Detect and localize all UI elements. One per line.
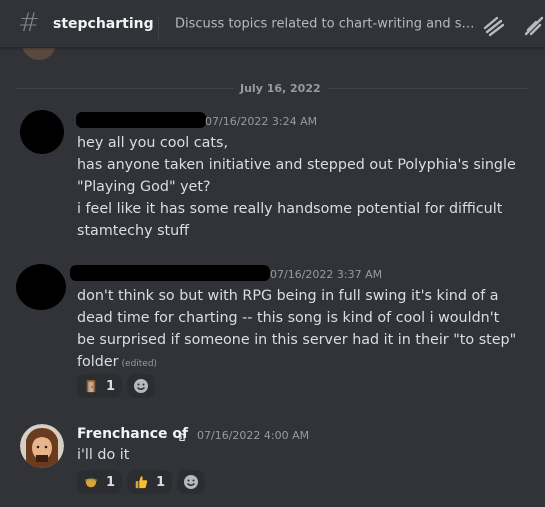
message-timestamp: 07/16/2022 3:37 AM bbox=[270, 268, 383, 281]
avatar[interactable] bbox=[20, 424, 64, 468]
smile-add-icon bbox=[184, 475, 198, 489]
channel-name[interactable]: stepcharting bbox=[53, 16, 154, 32]
message-line: i feel like it has some really handsome … bbox=[77, 201, 503, 217]
reaction-count: 1 bbox=[105, 378, 115, 394]
reaction-count: 1 bbox=[105, 474, 115, 490]
thumbs-up-emoji-icon bbox=[135, 476, 148, 489]
add-reaction-button[interactable] bbox=[127, 374, 155, 398]
door-emoji-icon bbox=[86, 379, 96, 393]
message-line: i'll do it bbox=[77, 447, 130, 463]
message-line: folder (edited) bbox=[77, 351, 516, 375]
channel-hash-icon: # bbox=[18, 8, 40, 38]
message-line: don't think so but with RPG being in ful… bbox=[77, 288, 499, 304]
username[interactable]: Frenchance of bbox=[77, 426, 188, 442]
message-content: don't think so but with RPG being in ful… bbox=[77, 285, 516, 375]
channel-header: # stepcharting Discuss topics related to… bbox=[0, 0, 545, 48]
message-timestamp: 07/16/2022 4:00 AM bbox=[197, 429, 310, 442]
pot-emoji-icon bbox=[84, 478, 98, 488]
reaction-thumbs-up[interactable]: 1 bbox=[127, 470, 172, 494]
threads-icon[interactable] bbox=[482, 14, 506, 38]
reaction-door[interactable]: 1 bbox=[77, 374, 122, 398]
redacted-username bbox=[70, 265, 270, 281]
message-content: i'll do it bbox=[77, 444, 129, 466]
smile-add-icon bbox=[134, 379, 148, 393]
avatar[interactable] bbox=[16, 264, 66, 310]
notification-bell-muted-icon[interactable] bbox=[522, 14, 545, 38]
message-timestamp: 07/16/2022 3:24 AM bbox=[205, 115, 318, 128]
user-badge-icon: อ bbox=[178, 430, 186, 445]
message-line: be surprised if someone in this server h… bbox=[77, 332, 517, 348]
reaction-count: 1 bbox=[155, 474, 165, 490]
message-line: hey all you cool cats, bbox=[77, 135, 229, 151]
message-line-text: folder bbox=[77, 354, 119, 370]
redacted-username bbox=[76, 112, 206, 128]
message-line: "Playing God" yet? bbox=[77, 179, 211, 195]
previous-message-avatar bbox=[22, 48, 56, 60]
message-line: dead time for charting -- this song is k… bbox=[77, 310, 500, 326]
edited-marker: (edited) bbox=[121, 359, 158, 369]
reaction-pot[interactable]: 1 bbox=[77, 470, 122, 494]
add-reaction-button[interactable] bbox=[177, 470, 205, 494]
message-content: hey all you cool cats, has anyone taken … bbox=[77, 132, 516, 242]
avatar[interactable] bbox=[20, 110, 64, 154]
message-line: stamtechy stuff bbox=[77, 223, 190, 239]
message-line: has anyone taken initiative and stepped … bbox=[77, 157, 516, 173]
date-divider-label: July 16, 2022 bbox=[234, 80, 327, 97]
header-divider bbox=[158, 16, 159, 40]
channel-topic[interactable]: Discuss topics related to chart-writing … bbox=[175, 17, 475, 32]
